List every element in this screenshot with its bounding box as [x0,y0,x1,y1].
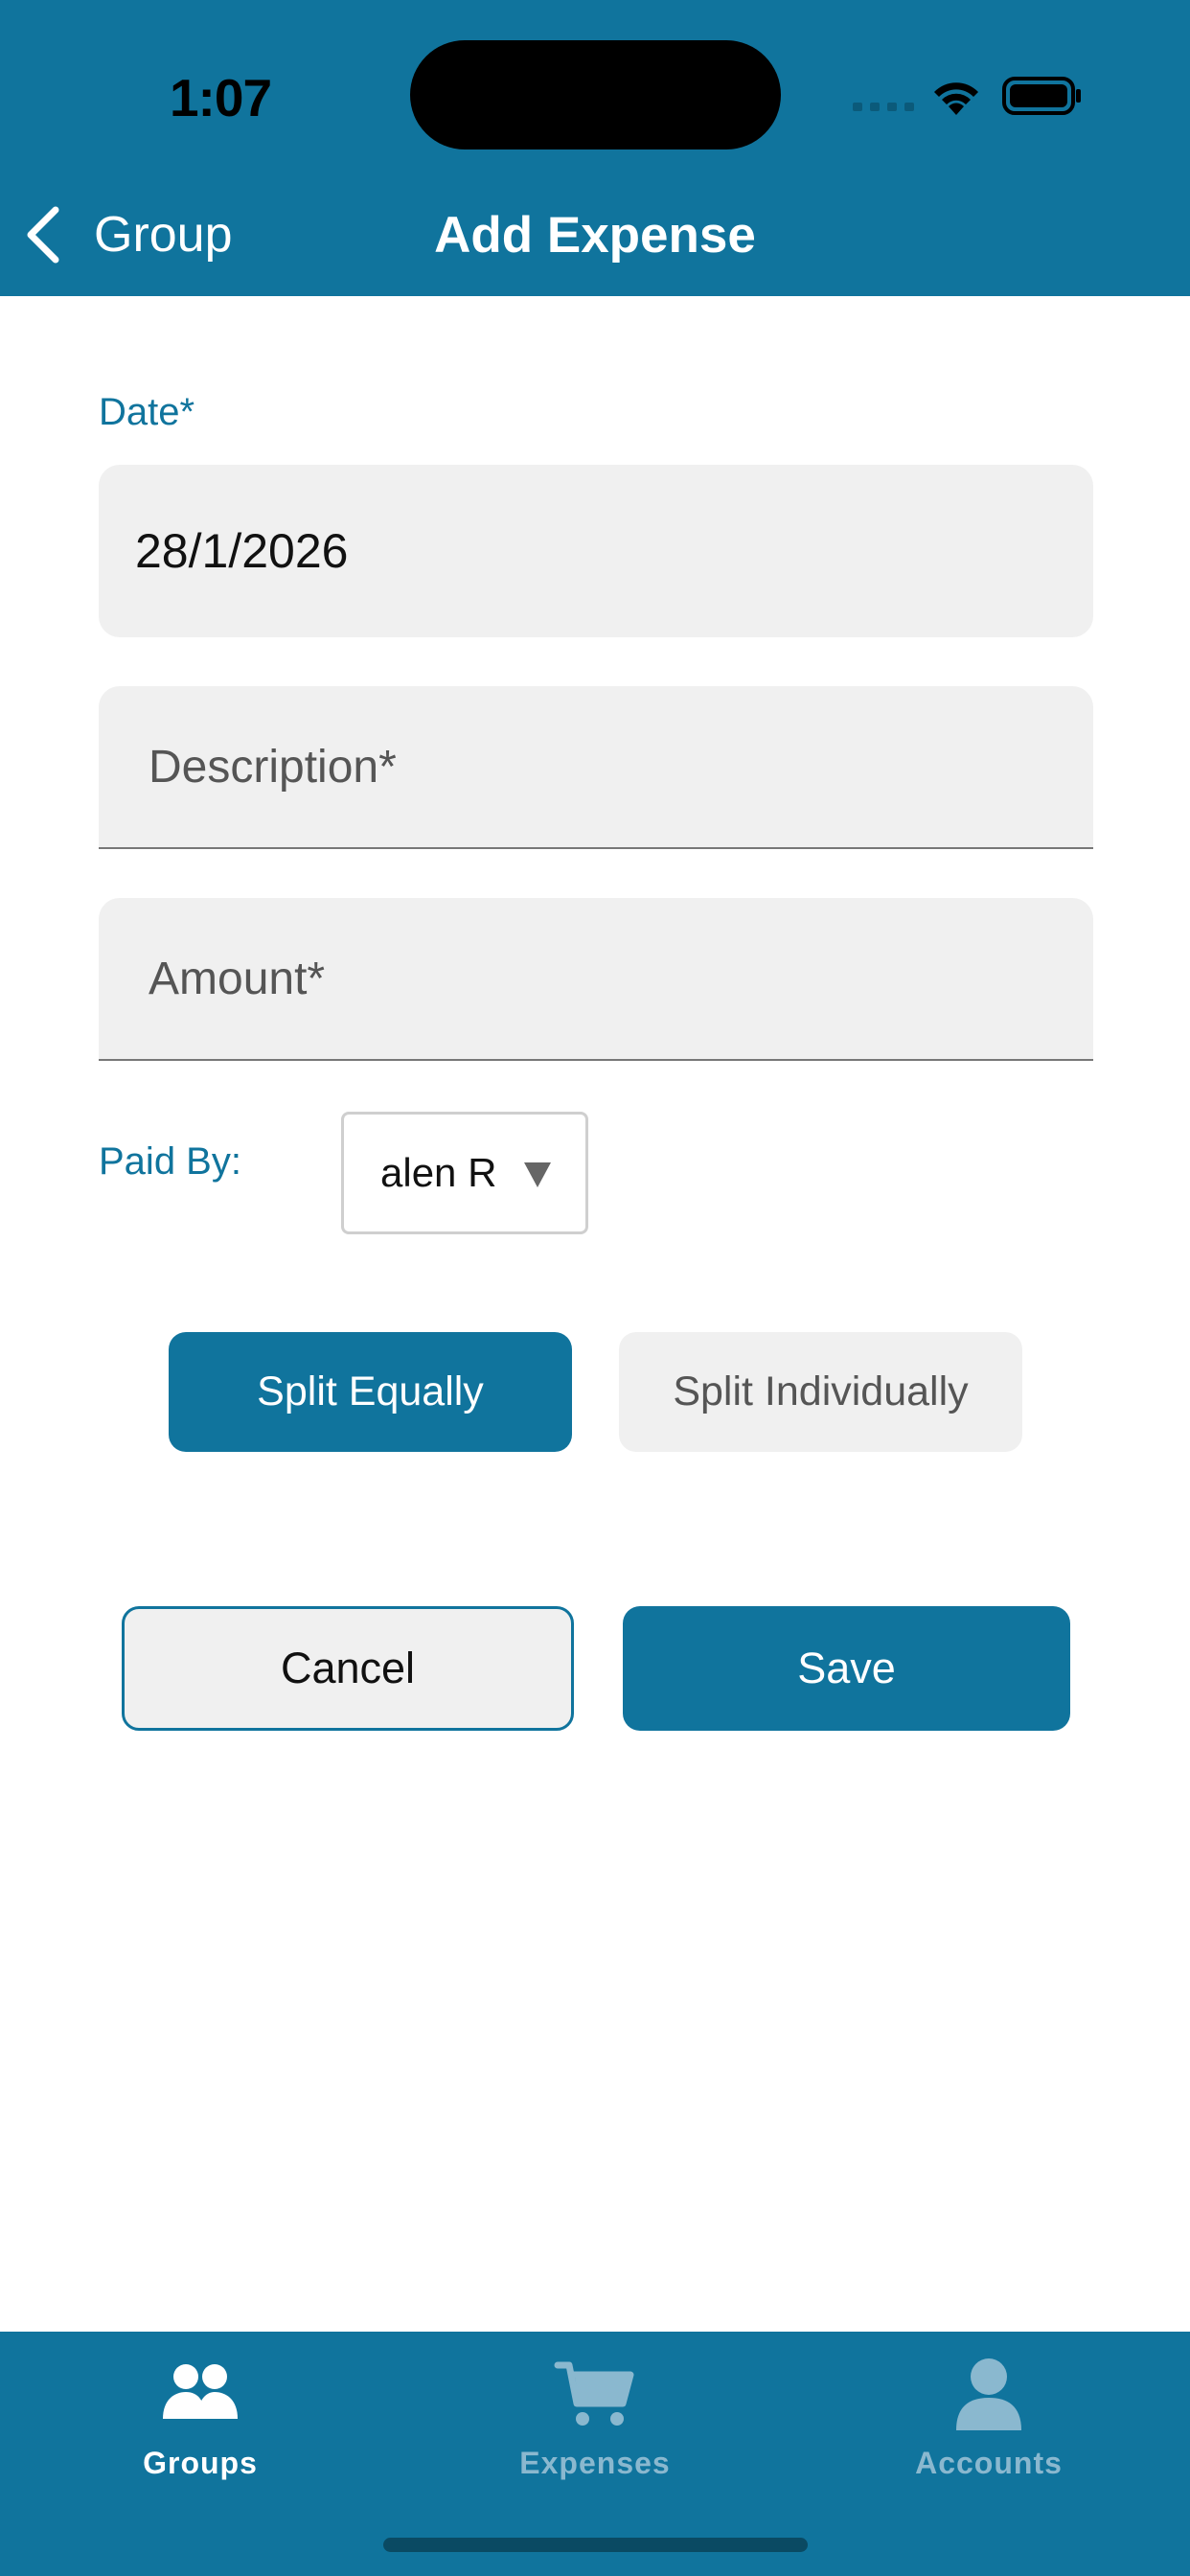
cancel-button[interactable]: Cancel [122,1606,574,1731]
save-button[interactable]: Save [623,1606,1070,1731]
paid-by-value: alen R [380,1150,497,1195]
amount-input[interactable] [147,951,1093,1006]
page-title: Add Expense [434,206,756,264]
tab-groups[interactable]: Groups [57,2348,344,2482]
date-value: 28/1/2026 [135,524,349,578]
amount-field-container [99,898,1093,1061]
chevron-left-icon [27,206,59,264]
split-equally-button[interactable]: Split Equally [169,1332,572,1452]
tab-expenses-label: Expenses [519,2446,671,2480]
date-label: Date* [99,390,195,433]
dynamic-island [410,40,781,150]
cellular-signal-icon [853,103,914,111]
description-field-container [99,686,1093,849]
wifi-icon [934,82,978,115]
split-individually-button[interactable]: Split Individually [619,1332,1022,1452]
back-button[interactable]: Group [19,192,249,278]
paid-by-dropdown[interactable]: alen R [341,1112,588,1234]
date-field[interactable]: 28/1/2026 [99,465,1093,637]
home-indicator[interactable] [383,2538,808,2552]
battery-icon [1002,77,1081,115]
caret-down-icon [524,1162,551,1187]
status-time: 1:07 [169,68,272,127]
tab-accounts-label: Accounts [915,2446,1063,2480]
back-label: Group [94,207,233,263]
paid-by-label: Paid By: [99,1140,241,1183]
groups-icon [163,2364,238,2419]
person-icon [956,2358,1021,2430]
tab-accounts[interactable]: Accounts [845,2348,1133,2482]
tab-groups-label: Groups [143,2446,258,2480]
description-input[interactable] [147,739,1093,794]
tab-expenses[interactable]: Expenses [451,2348,739,2482]
cart-icon [554,2361,634,2426]
